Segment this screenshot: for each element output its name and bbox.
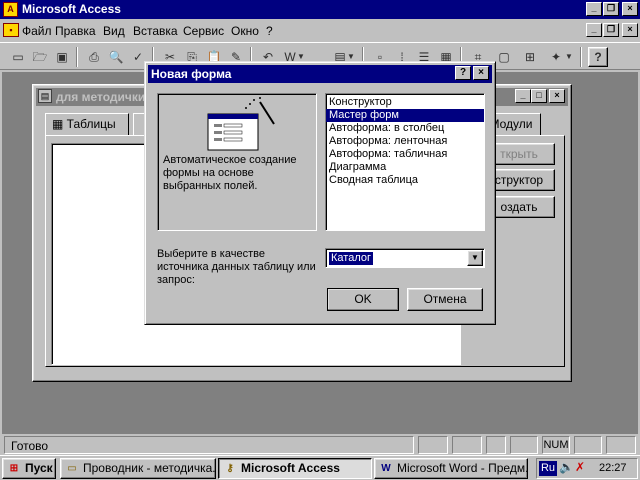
menu-insert[interactable]: Вставка bbox=[133, 24, 178, 38]
new-form-dialog: Новая форма ? × Автоматическое создание … bbox=[144, 61, 496, 325]
database-icon: ▤ bbox=[38, 89, 52, 103]
taskbar: ⊞ Пуск ▭ Проводник - методичка... ⚷ Micr… bbox=[0, 455, 640, 480]
dialog-close-button[interactable]: × bbox=[473, 66, 489, 80]
close-button[interactable]: × bbox=[622, 2, 638, 16]
chevron-down-icon[interactable]: ▼ bbox=[467, 250, 483, 266]
list-item[interactable]: Конструктор bbox=[326, 96, 484, 109]
properties-icon[interactable]: ▢ bbox=[494, 47, 514, 67]
table-icon: ▦ bbox=[52, 117, 67, 131]
status-panel bbox=[452, 436, 482, 454]
doc-restore-button[interactable]: ❐ bbox=[603, 23, 619, 37]
clock[interactable]: 22:27 bbox=[599, 462, 627, 474]
list-item[interactable]: Сводная таблица bbox=[326, 174, 484, 187]
status-panel bbox=[418, 436, 448, 454]
doc-close-button[interactable]: × bbox=[622, 23, 638, 37]
status-bar: Готово NUM bbox=[0, 434, 640, 456]
source-combo[interactable]: Каталог ▼ bbox=[325, 248, 485, 268]
status-text: Готово bbox=[4, 436, 414, 454]
list-item[interactable]: Автоформа: в столбец bbox=[326, 122, 484, 135]
doc-minimize-button[interactable]: _ bbox=[586, 23, 602, 37]
restore-button[interactable]: ❐ bbox=[603, 2, 619, 16]
db-close-button[interactable]: × bbox=[549, 89, 565, 103]
folder-icon: ▭ bbox=[67, 463, 77, 474]
form-type-list[interactable]: Конструктор Мастер форм Автоформа: в сто… bbox=[325, 93, 485, 231]
doc-control-icon[interactable]: ▪ bbox=[3, 23, 19, 37]
scheduler-icon[interactable]: ✗ bbox=[575, 460, 585, 474]
print-icon[interactable]: ⎙ bbox=[84, 47, 104, 67]
status-panel bbox=[574, 436, 602, 454]
windows-logo-icon: ⊞ bbox=[9, 463, 19, 474]
start-button[interactable]: ⊞ Пуск bbox=[2, 458, 56, 479]
tab-tables[interactable]: ▦ Таблицы bbox=[45, 113, 129, 135]
form-type-description: Автоматическое создание формы на основе … bbox=[163, 154, 297, 192]
open-folder-icon[interactable]: 🗁 bbox=[30, 47, 50, 67]
speaker-icon[interactable]: 🔈 bbox=[559, 460, 574, 474]
chevron-down-icon[interactable]: ▼ bbox=[564, 47, 574, 67]
access-key-icon[interactable]: A bbox=[3, 2, 18, 17]
status-panel bbox=[486, 436, 506, 454]
new-icon[interactable]: ▭ bbox=[8, 47, 28, 67]
menu-edit[interactable]: Правка bbox=[55, 24, 96, 38]
dialog-help-button[interactable]: ? bbox=[455, 66, 471, 80]
app-title-bar: Microsoft Access bbox=[0, 0, 640, 19]
db-title: для методички bbox=[56, 90, 146, 104]
status-panel bbox=[606, 436, 636, 454]
menu-bar: ▪ Файл Правка Вид Вставка Сервис Окно ? … bbox=[0, 20, 640, 40]
list-item-selected[interactable]: Мастер форм bbox=[326, 109, 484, 122]
help-icon[interactable]: ? bbox=[588, 47, 608, 67]
status-panel bbox=[510, 436, 538, 454]
list-item[interactable]: Диаграмма bbox=[326, 161, 484, 174]
form-wizard-icon bbox=[207, 97, 275, 151]
ok-button[interactable]: OK bbox=[327, 288, 399, 311]
num-lock-indicator: NUM bbox=[542, 436, 570, 454]
taskbar-access[interactable]: ⚷ Microsoft Access bbox=[218, 458, 372, 479]
dialog-title: Новая форма bbox=[151, 67, 232, 81]
cancel-button[interactable]: Отмена bbox=[407, 288, 483, 311]
list-item[interactable]: Автоформа: ленточная bbox=[326, 135, 484, 148]
source-value: Каталог bbox=[329, 252, 373, 265]
source-label: Выберите в качестве источника данных таб… bbox=[157, 248, 316, 286]
taskbar-explorer[interactable]: ▭ Проводник - методичка... bbox=[60, 458, 216, 479]
minimize-button[interactable]: _ bbox=[586, 2, 602, 16]
print-preview-icon[interactable]: 🔍 bbox=[106, 47, 126, 67]
list-item[interactable]: Автоформа: табличная bbox=[326, 148, 484, 161]
access-key-icon: ⚷ bbox=[226, 463, 234, 474]
dialog-title-bar: Новая форма bbox=[148, 65, 492, 83]
access-main-window: Microsoft Access A _ ❐ × ▪ Файл Правка В… bbox=[0, 0, 640, 456]
db-minimize-button[interactable]: _ bbox=[515, 89, 531, 103]
system-tray: Ru 🔈 ✗ 22:27 bbox=[536, 458, 638, 479]
menu-file[interactable]: Файл bbox=[22, 24, 52, 38]
word-icon: W bbox=[381, 463, 391, 474]
taskbar-word[interactable]: W Microsoft Word - Предм... bbox=[374, 458, 528, 479]
language-indicator[interactable]: Ru bbox=[539, 461, 557, 476]
menu-window[interactable]: Окно bbox=[231, 24, 259, 38]
new-object-icon[interactable]: ✦ bbox=[546, 47, 566, 67]
menu-tools[interactable]: Сервис bbox=[183, 24, 224, 38]
menu-view[interactable]: Вид bbox=[103, 24, 125, 38]
db-maximize-button[interactable]: □ bbox=[531, 89, 547, 103]
menu-help[interactable]: ? bbox=[266, 24, 273, 38]
relationships-icon[interactable]: ⊞ bbox=[520, 47, 540, 67]
save-icon[interactable]: ▣ bbox=[52, 47, 72, 67]
app-title: Microsoft Access bbox=[22, 2, 121, 16]
